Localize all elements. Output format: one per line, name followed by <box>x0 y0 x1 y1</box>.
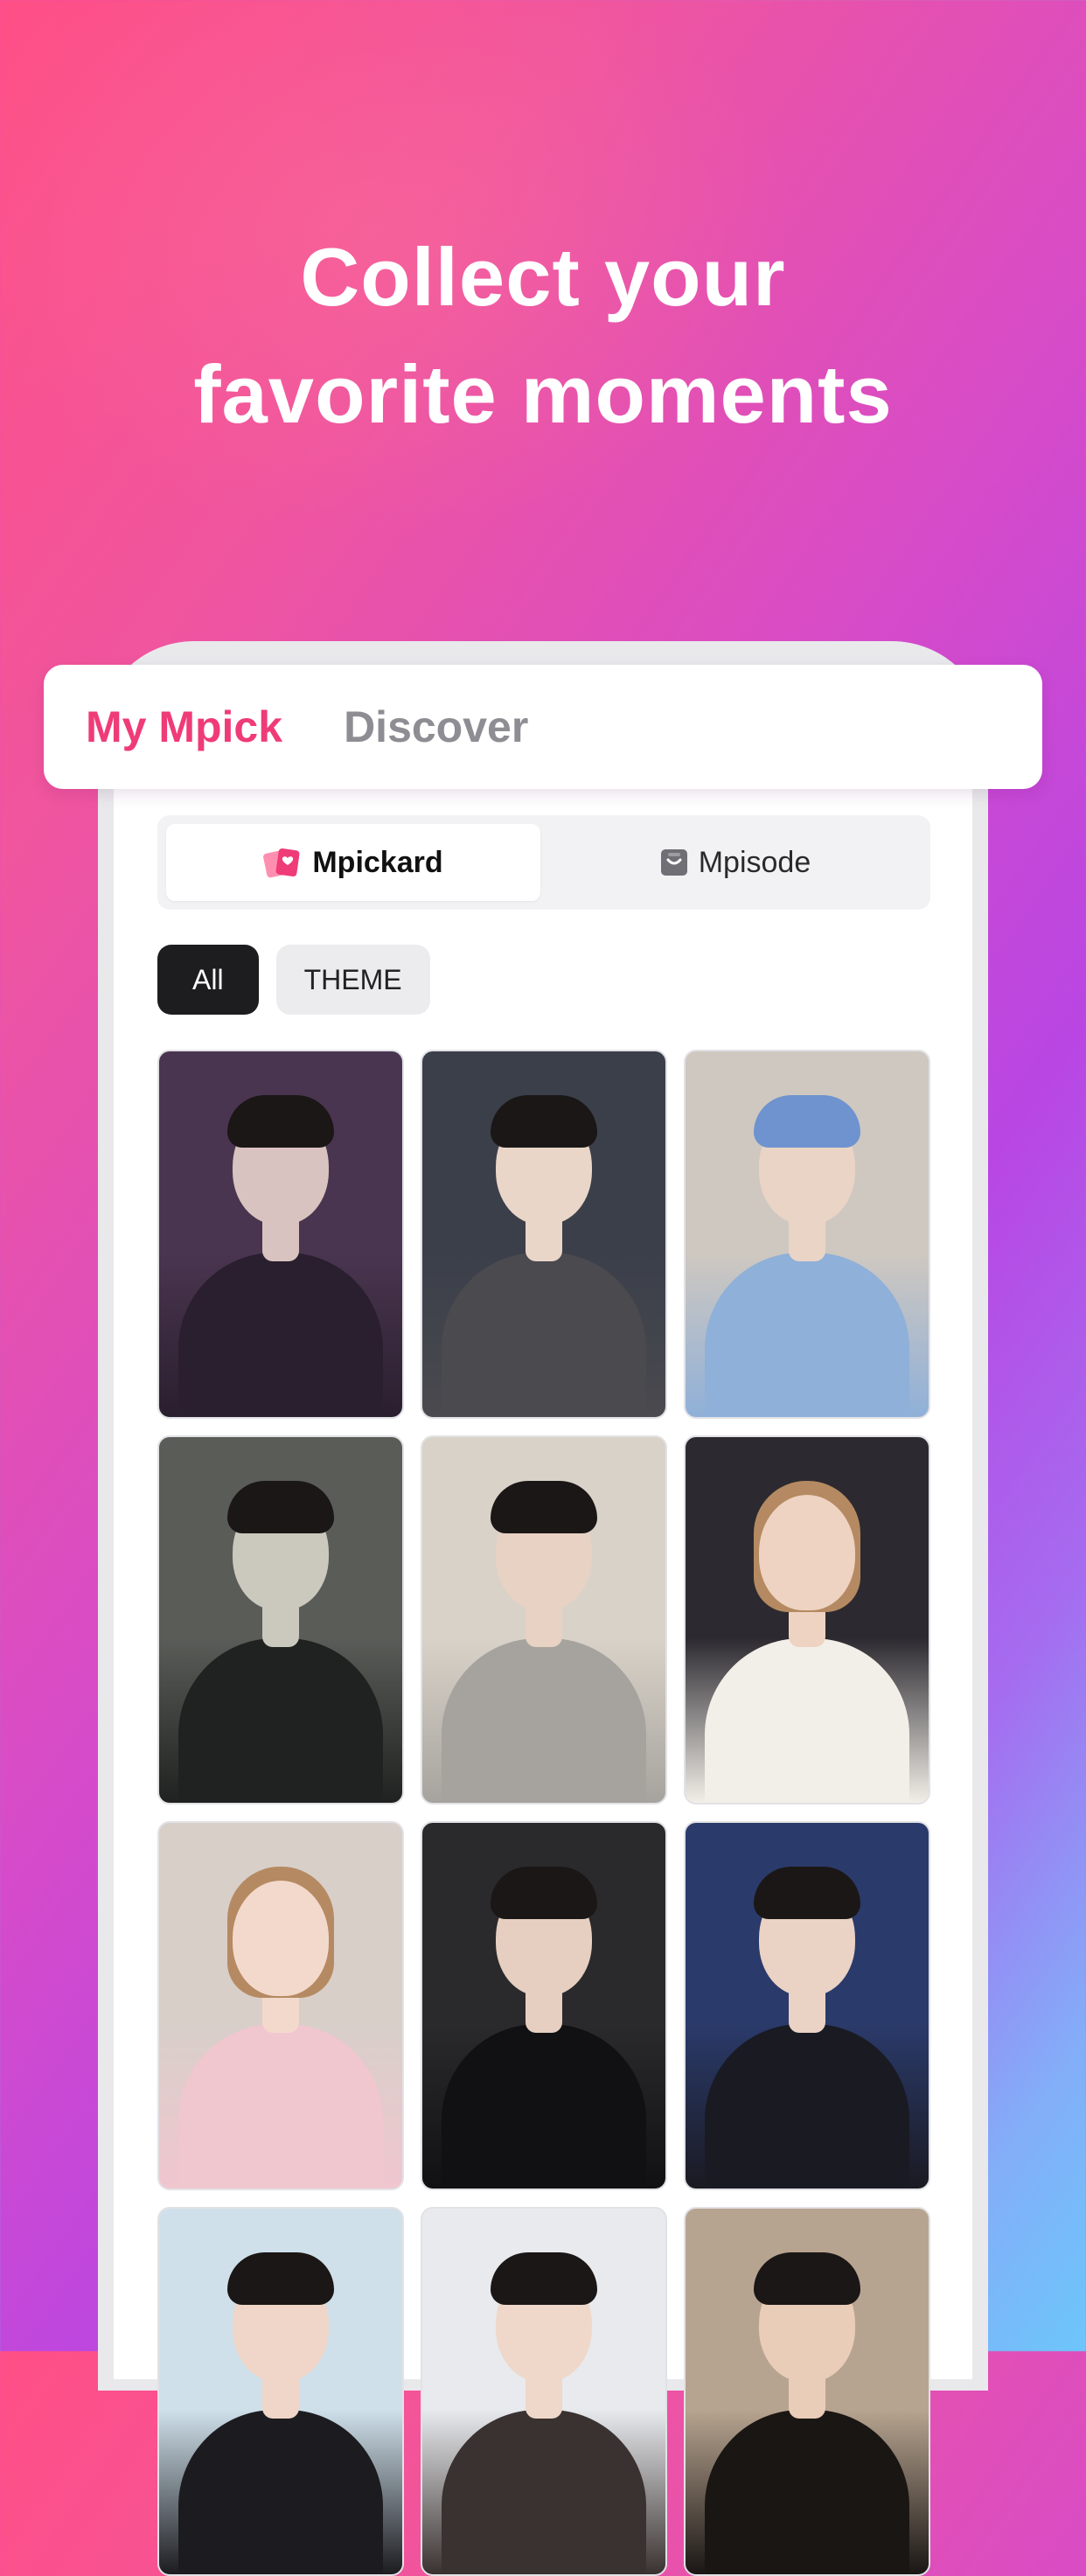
photo-person-body <box>705 2410 909 2574</box>
photocard-item[interactable] <box>684 1435 930 1805</box>
segment-mpickard[interactable]: Mpickard <box>166 824 540 901</box>
photocard-item[interactable] <box>157 1050 404 1419</box>
photo-person-body <box>442 2024 646 2189</box>
top-tab-bar: My Mpick Discover <box>44 665 1042 789</box>
photo-person-hair <box>754 1095 860 1148</box>
photo-person-hair <box>754 1867 860 1919</box>
photocard-item[interactable] <box>157 1435 404 1805</box>
photo-person-body <box>178 2410 383 2574</box>
photo-person-hair <box>491 1867 597 1919</box>
photo-person-body <box>442 1253 646 1417</box>
tab-my-mpick[interactable]: My Mpick <box>86 702 282 752</box>
photo-person-hair <box>491 1095 597 1148</box>
photocard-item[interactable] <box>421 1050 667 1419</box>
segment-mpisode-label: Mpisode <box>698 845 811 879</box>
headline-line-1: Collect your <box>300 231 786 323</box>
tab-discover[interactable]: Discover <box>344 702 528 752</box>
segment-mpickard-label: Mpickard <box>312 845 443 879</box>
photocard-item[interactable] <box>157 1821 404 2190</box>
filter-chips: All THEME <box>157 945 430 1015</box>
photocard-item[interactable] <box>684 1050 930 1419</box>
photocard-item[interactable] <box>684 2207 930 2576</box>
photo-person-body <box>442 1638 646 1803</box>
photo-person-body <box>705 2024 909 2189</box>
photocard-item[interactable] <box>684 1821 930 2190</box>
photo-person-hair <box>491 2252 597 2305</box>
photo-person-body <box>705 1638 909 1803</box>
photo-person-body <box>442 2410 646 2574</box>
segment-mpisode[interactable]: Mpisode <box>547 824 922 901</box>
photocard-item[interactable] <box>421 2207 667 2576</box>
photo-person-hair <box>754 2252 860 2305</box>
filter-all[interactable]: All <box>157 945 259 1015</box>
segmented-control: Mpickard Mpisode <box>157 815 930 910</box>
photo-person-body <box>178 1253 383 1417</box>
photo-person-body <box>178 1638 383 1803</box>
filter-theme[interactable]: THEME <box>275 945 430 1015</box>
photocard-item[interactable] <box>157 2207 404 2576</box>
photo-person-hair <box>227 1095 334 1148</box>
headline: Collect your favorite moments <box>0 219 1086 453</box>
photocard-item[interactable] <box>421 1821 667 2190</box>
photo-person-hair <box>227 2252 334 2305</box>
photo-person-hair <box>227 1481 334 1533</box>
photo-person-face <box>233 1881 329 1996</box>
photo-person-body <box>178 2024 383 2189</box>
photo-person-body <box>705 1253 909 1417</box>
photocard-icon <box>263 847 303 878</box>
headline-line-2: favorite moments <box>193 348 893 440</box>
photo-person-face <box>759 1495 855 1610</box>
photocard-item[interactable] <box>421 1435 667 1805</box>
photo-person-hair <box>491 1481 597 1533</box>
archive-box-icon <box>658 847 690 878</box>
